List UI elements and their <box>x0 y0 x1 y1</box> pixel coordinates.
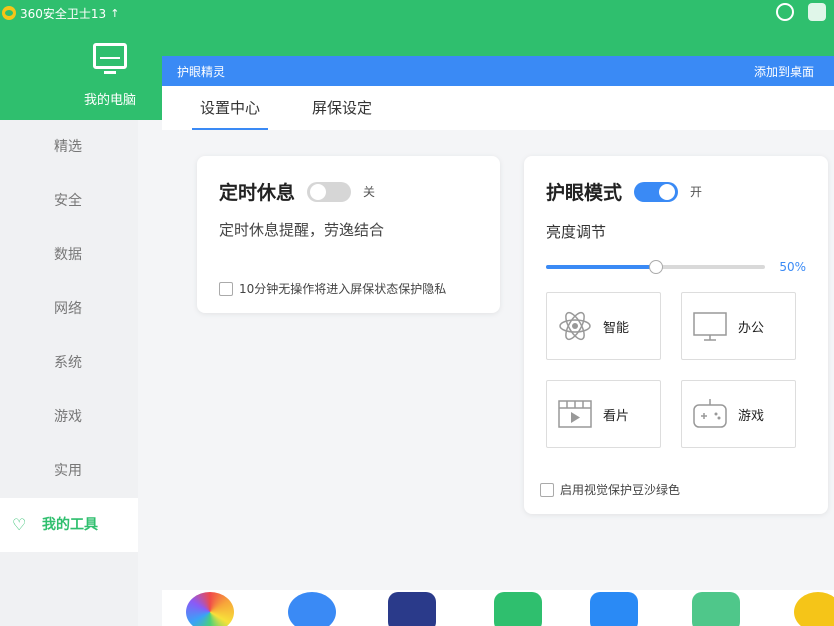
sidebar-item-featured[interactable]: 精选 <box>0 120 138 174</box>
virus-app-icon[interactable] <box>388 592 436 626</box>
rest-toggle-label: 关 <box>363 185 376 199</box>
brightness-label: 亮度调节 <box>546 223 607 241</box>
monitor-icon <box>693 312 727 341</box>
green-protection-checkbox[interactable] <box>540 482 554 497</box>
monitor-icon <box>93 43 127 74</box>
sidebar-item-utility[interactable]: 实用 <box>0 444 138 498</box>
sidebar-item-label: 精选 <box>54 139 82 155</box>
photo-app-icon[interactable] <box>186 592 234 626</box>
yuan-coin-icon[interactable] <box>794 592 834 626</box>
rest-reminder-card: 定时休息 关 定时休息提醒，劳逸结合 10分钟无操作将进入屏保状态保护隐私 <box>197 156 500 313</box>
panel-header: 护眼精灵 添加到桌面 <box>162 56 834 86</box>
brightness-slider[interactable] <box>546 260 766 274</box>
bottom-app-strip <box>162 590 834 626</box>
sidebar-item-data[interactable]: 数据 <box>0 228 138 282</box>
sidebar-item-network[interactable]: 网络 <box>0 282 138 336</box>
film-icon <box>558 400 592 428</box>
app-logo-icon <box>2 6 16 20</box>
eye-care-panel: 护眼精灵 添加到桌面 设置中心 屏保设定 定时休息 关 定时休息提醒，劳逸结合 … <box>162 56 834 590</box>
brightness-slider-thumb[interactable] <box>648 260 663 274</box>
sidebar-item-games[interactable]: 游戏 <box>0 390 138 444</box>
eye-mode-card: 护眼模式 开 亮度调节 50% 智能 办公 看片 游戏 启用视觉保护豆沙绿色 <box>524 156 828 514</box>
rest-toggle[interactable] <box>307 181 352 202</box>
add-to-desktop-link[interactable]: 添加到桌面 <box>754 63 814 80</box>
umbrella-icon[interactable] <box>808 3 826 21</box>
mode-movie-label: 看片 <box>603 408 630 424</box>
app-title-bar: 360安全卫士13 ↑ <box>2 4 119 22</box>
eye-card-title: 护眼模式 <box>546 182 623 204</box>
nav-my-computer[interactable]: 我的电脑 <box>70 43 150 108</box>
sidebar-item-label: 网络 <box>54 301 82 317</box>
mode-game-label: 游戏 <box>738 408 765 424</box>
sidebar-item-system[interactable]: 系统 <box>0 336 138 390</box>
sidebar-item-label: 安全 <box>54 193 82 209</box>
sidebar-item-security[interactable]: 安全 <box>0 174 138 228</box>
sidebar-item-label: 数据 <box>54 247 82 263</box>
tab-settings-center[interactable]: 设置中心 <box>191 86 269 130</box>
green-protection-label: 启用视觉保护豆沙绿色 <box>560 483 681 497</box>
shield-icon[interactable] <box>776 3 794 21</box>
upgrade-arrow-icon[interactable]: ↑ <box>110 7 119 20</box>
mode-office-button[interactable]: 办公 <box>681 292 796 360</box>
sidebar-item-label: 系统 <box>54 355 82 371</box>
mode-movie-button[interactable]: 看片 <box>546 380 661 448</box>
umbrella-app-icon[interactable] <box>692 592 740 626</box>
sidebar-item-label: 我的工具 <box>42 517 98 533</box>
sidebar: 精选 安全 数据 网络 系统 游戏 实用 我的工具 <box>0 120 138 626</box>
grid-app-icon[interactable] <box>494 592 542 626</box>
owl-app-icon[interactable] <box>288 592 336 626</box>
brightness-value: 50% <box>779 260 806 274</box>
rest-description: 定时休息提醒，劳逸结合 <box>219 221 385 239</box>
media-app-icon[interactable] <box>590 592 638 626</box>
rest-card-title: 定时休息 <box>219 182 296 204</box>
privacy-screensaver-checkbox[interactable] <box>219 281 233 296</box>
app-title: 360安全卫士13 <box>20 6 107 21</box>
mode-game-button[interactable]: 游戏 <box>681 380 796 448</box>
sidebar-item-label: 实用 <box>54 463 82 479</box>
gamepad-icon <box>693 399 727 428</box>
sidebar-item-my-tools[interactable]: 我的工具 <box>0 498 138 552</box>
privacy-screensaver-label: 10分钟无操作将进入屏保状态保护隐私 <box>239 282 447 296</box>
panel-title: 护眼精灵 <box>177 64 226 79</box>
top-right-icons <box>776 0 826 24</box>
eye-toggle-label: 开 <box>690 185 703 199</box>
mode-smart-label: 智能 <box>603 320 630 336</box>
mode-smart-button[interactable]: 智能 <box>546 292 661 360</box>
nav-my-computer-label: 我的电脑 <box>83 93 136 108</box>
atom-icon <box>559 311 591 341</box>
tab-screensaver-settings[interactable]: 屏保设定 <box>312 86 372 130</box>
sidebar-item-label: 游戏 <box>54 409 82 425</box>
eye-mode-toggle[interactable] <box>634 181 679 202</box>
mode-office-label: 办公 <box>738 320 765 336</box>
heart-icon <box>12 498 28 552</box>
tab-bar: 设置中心 屏保设定 <box>162 86 834 130</box>
